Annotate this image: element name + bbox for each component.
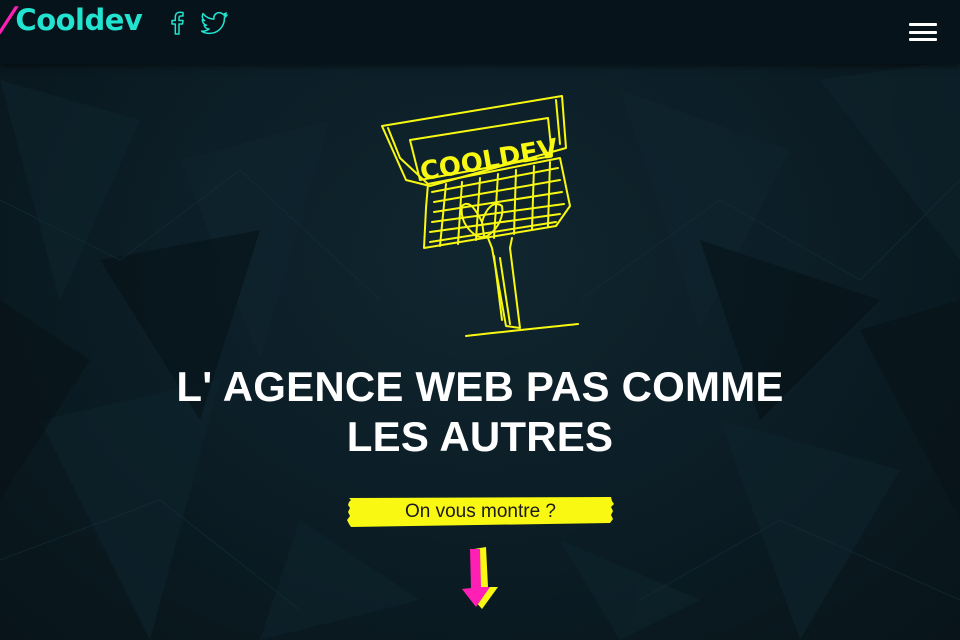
arrow-down-icon[interactable] <box>458 545 502 613</box>
logo-text: Cooldev <box>15 3 143 37</box>
hero-title: L' AGENCE WEB PAS COMME LES AUTRES <box>176 363 784 460</box>
hamburger-menu-icon[interactable] <box>906 20 940 44</box>
cta-label: On vous montre ? <box>404 501 557 522</box>
burger-line <box>909 23 937 26</box>
twitter-icon[interactable] <box>200 9 230 37</box>
cooldev-sign-illustration: COOLDEV <box>370 88 590 348</box>
facebook-icon[interactable] <box>162 9 192 37</box>
site-logo[interactable]: / Cooldev <box>0 0 143 40</box>
cta-button[interactable]: On vous montre ? <box>347 497 614 527</box>
burger-line <box>909 38 937 41</box>
site-header: / Cooldev <box>0 0 960 64</box>
sign-text: COOLDEV <box>418 134 560 188</box>
burger-line <box>909 30 937 34</box>
